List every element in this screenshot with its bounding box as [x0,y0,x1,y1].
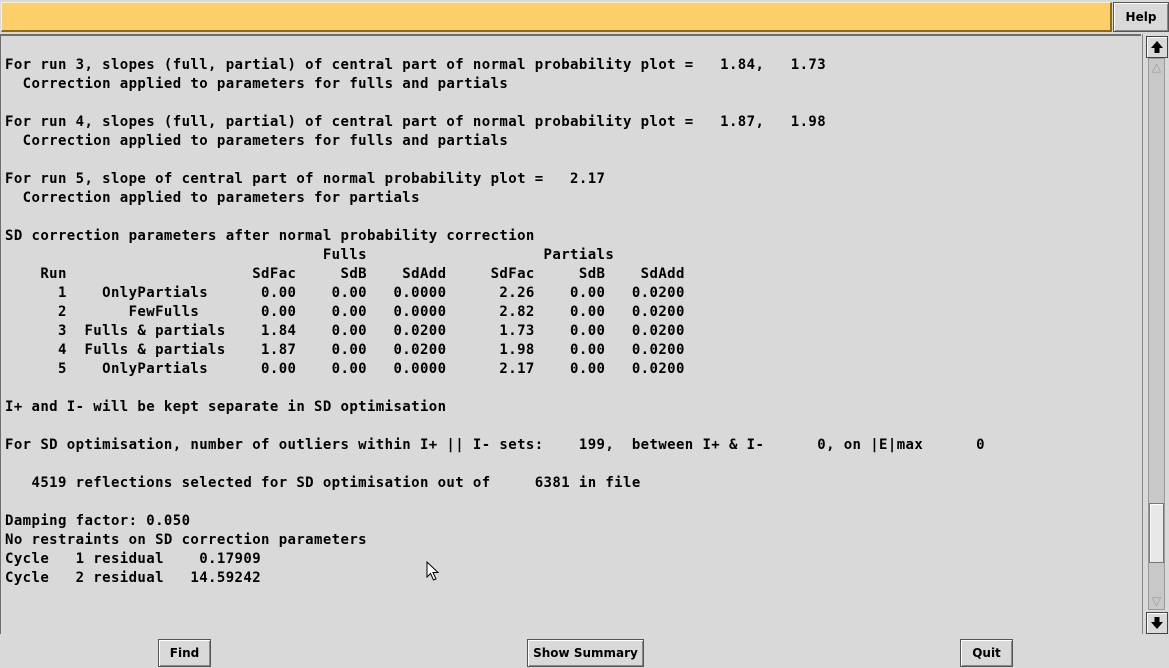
log-line: Fulls Partials [5,247,615,263]
status-field [1,2,1112,32]
log-line: Correction applied to parameters for ful… [5,76,509,92]
log-line: No restraints on SD correction parameter… [5,532,367,548]
log-line: For run 4, slopes (full, partial) of cen… [5,114,827,130]
arrow-up-icon[interactable] [1146,36,1168,58]
log-line: Damping factor: 0.050 [5,513,191,529]
log-line: 5 OnlyPartials 0.00 0.00 0.0000 2.17 0.0… [5,361,685,377]
show-summary-button[interactable]: Show Summary [527,639,644,667]
log-line: For run 3, slopes (full, partial) of cen… [5,57,827,73]
log-line: 1 OnlyPartials 0.00 0.00 0.0000 2.26 0.0… [5,285,685,301]
vertical-scrollbar[interactable]: △ ▽ [1142,34,1169,634]
log-line: Correction applied to parameters for par… [5,190,420,206]
arrow-down-icon[interactable] [1146,612,1168,634]
find-button[interactable]: Find [158,639,211,667]
track-down-icon: ▽ [1151,594,1162,608]
log-line: 2 FewFulls 0.00 0.00 0.0000 2.82 0.00 0.… [5,304,685,320]
quit-button[interactable]: Quit [960,639,1013,667]
log-line: Cycle 1 residual 0.17909 [5,551,262,567]
log-line: I+ and I- will be kept separate in SD op… [5,399,447,415]
log-text: For run 3, slopes (full, partial) of cen… [5,56,985,588]
help-button[interactable]: Help [1113,2,1169,32]
log-line: 3 Fulls & partials 1.84 0.00 0.0200 1.73… [5,323,685,339]
log-output[interactable]: For run 3, slopes (full, partial) of cen… [0,34,1141,635]
log-line: Correction applied to parameters for ful… [5,133,509,149]
log-line: SD correction parameters after normal pr… [5,228,535,244]
log-line: 4519 reflections selected for SD optimis… [5,475,641,491]
scroll-thumb[interactable] [1149,502,1164,563]
button-bar: Find Show Summary Quit [0,634,1169,668]
track-up-icon: △ [1151,60,1162,74]
log-line: 4 Fulls & partials 1.87 0.00 0.0200 1.98… [5,342,685,358]
mouse-cursor-icon [426,561,440,581]
log-line: For run 5, slope of central part of norm… [5,171,606,187]
top-bar: Help [0,0,1169,33]
log-line: For SD optimisation, number of outliers … [5,437,985,453]
scroll-track[interactable]: △ ▽ [1148,58,1165,610]
log-line: Cycle 2 residual 14.59242 [5,570,262,586]
log-line: Run SdFac SdB SdAdd SdFac SdB SdAdd [5,266,685,282]
